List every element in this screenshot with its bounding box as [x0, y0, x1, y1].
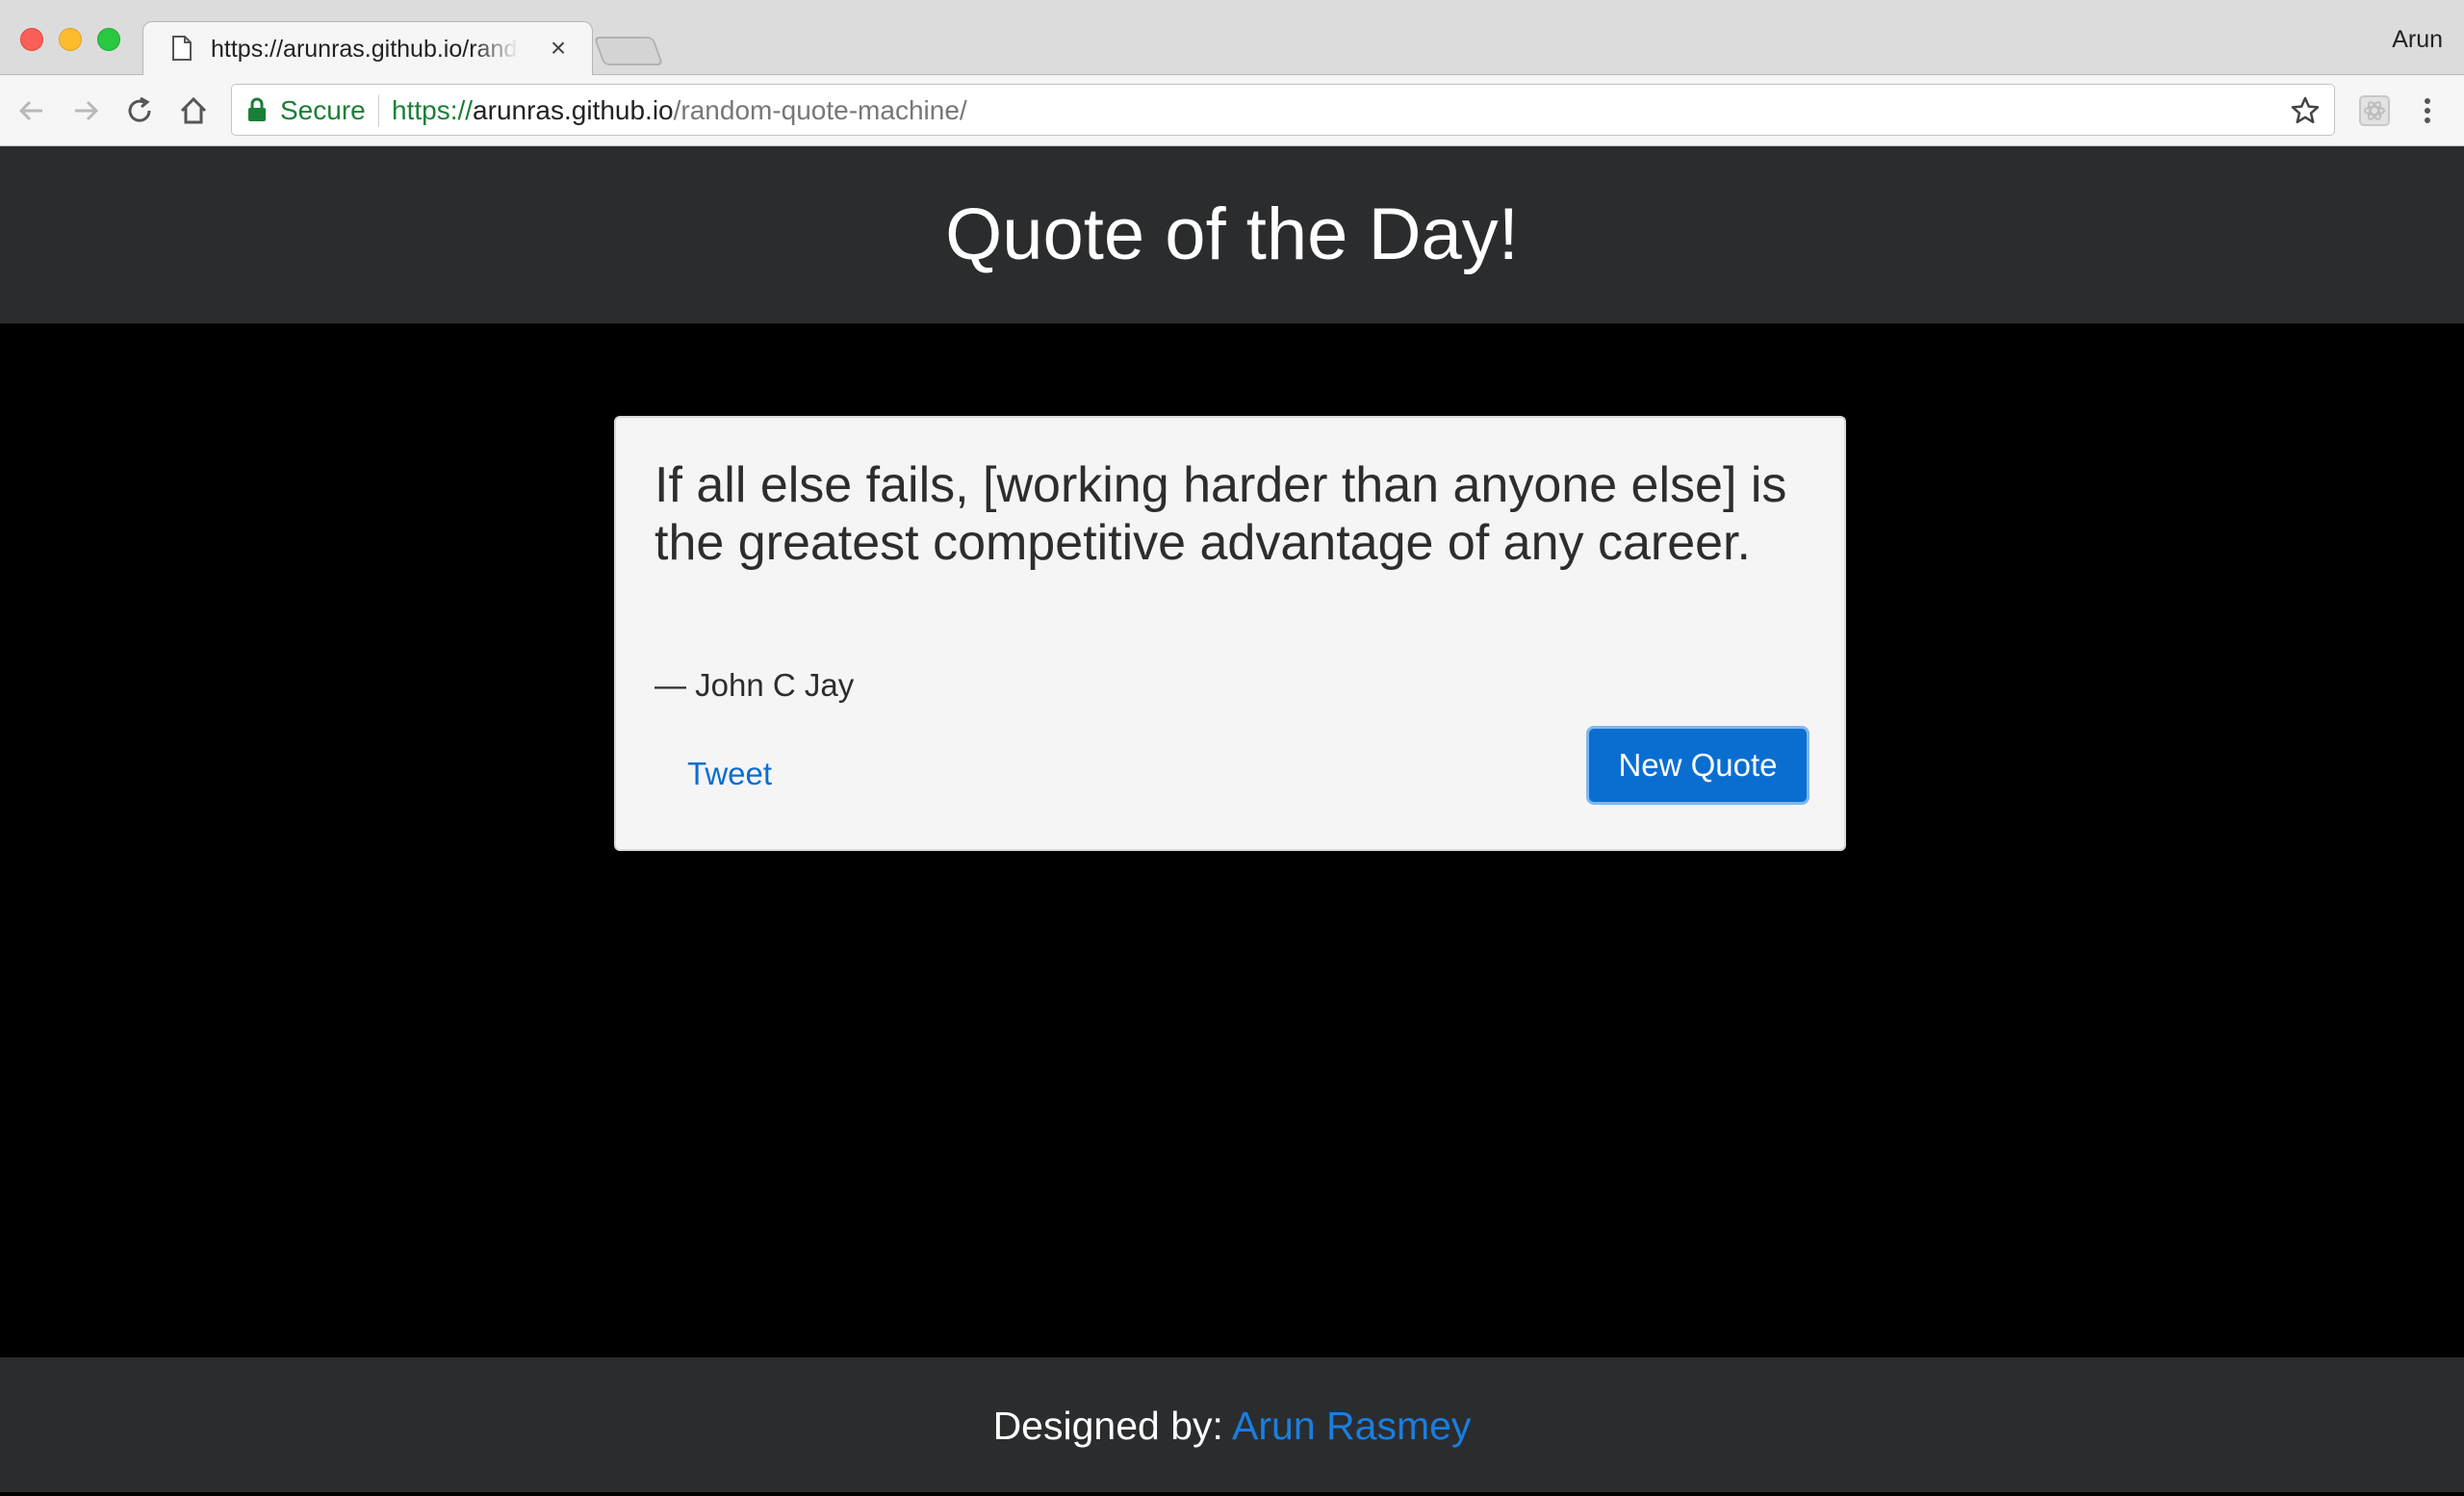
forward-icon[interactable]: [69, 94, 102, 127]
close-window-button[interactable]: [20, 28, 43, 51]
url-scheme: https://: [392, 95, 474, 125]
extension-icon[interactable]: [2358, 94, 2391, 127]
star-icon[interactable]: [2290, 95, 2321, 126]
page-footer: Designed by: Arun Rasmey: [0, 1357, 2464, 1496]
browser-tab-bar: https://arunras.github.io/random-quote-m…: [0, 0, 2464, 76]
designed-by-label: Designed by:: [992, 1404, 1223, 1448]
menu-icon[interactable]: [2418, 94, 2437, 127]
omnibox-divider: [378, 94, 379, 127]
page-header: Quote of the Day!: [0, 146, 2464, 323]
reload-icon[interactable]: [123, 94, 156, 127]
browser-tab[interactable]: https://arunras.github.io/random-quote-m…: [142, 21, 593, 76]
tab-title: https://arunras.github.io/random-quote-m…: [211, 36, 519, 63]
quote-text: If all else fails, [working harder than …: [654, 457, 1787, 571]
address-bar[interactable]: Secure https://arunras.github.io/random-…: [231, 84, 2335, 136]
author-link[interactable]: Arun Rasmey: [1232, 1404, 1471, 1448]
home-icon[interactable]: [177, 94, 210, 127]
browser-toolbar: Secure https://arunras.github.io/random-…: [0, 75, 2464, 146]
page-icon: [172, 36, 192, 61]
url-path: /random-quote-machine/: [673, 95, 967, 125]
page-title: Quote of the Day!: [945, 193, 1519, 275]
close-icon[interactable]: ×: [546, 35, 571, 62]
minimize-window-button[interactable]: [59, 28, 82, 51]
lock-icon[interactable]: [247, 97, 267, 122]
quote-card: If all else fails, [working harder than …: [614, 416, 1846, 851]
maximize-window-button[interactable]: [97, 28, 120, 51]
quote-author: — John C Jay: [654, 667, 855, 703]
back-icon[interactable]: [15, 94, 48, 127]
new-tab-button[interactable]: [593, 37, 664, 65]
new-quote-button[interactable]: New Quote: [1586, 726, 1810, 805]
url-text[interactable]: https://arunras.github.io/random-quote-m…: [392, 95, 967, 126]
footer-credit: Designed by: Arun Rasmey: [0, 1402, 2464, 1450]
profile-name[interactable]: Arun: [2392, 25, 2443, 54]
page-body: Quote of the Day! If all else fails, [wo…: [0, 146, 2464, 1496]
tweet-button[interactable]: Tweet: [687, 755, 772, 793]
url-host: arunras.github.io: [473, 95, 674, 125]
secure-label[interactable]: Secure: [280, 95, 366, 126]
